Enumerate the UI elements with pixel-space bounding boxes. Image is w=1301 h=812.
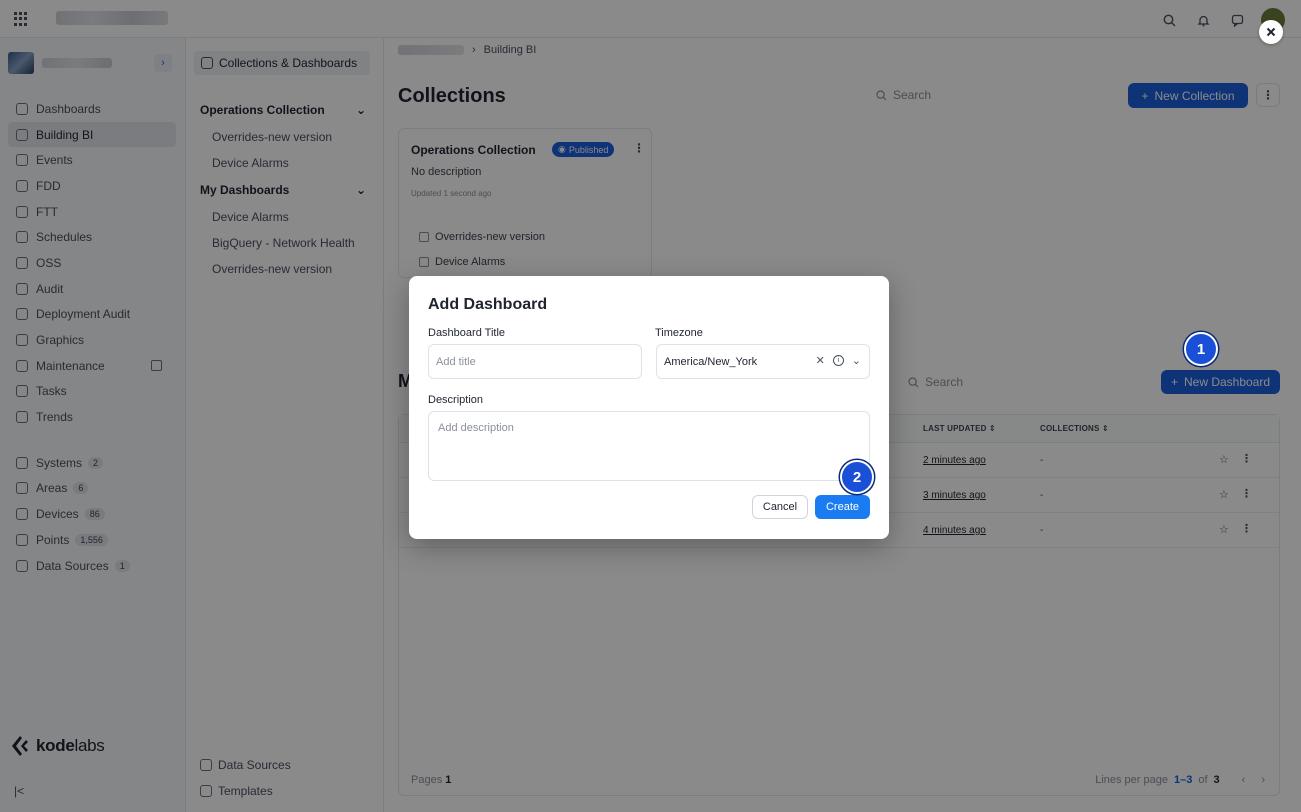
timezone-label: Timezone	[655, 327, 703, 339]
timezone-actions: ✕ i ⌄	[816, 354, 861, 367]
clear-icon[interactable]: ✕	[816, 354, 825, 367]
description-textarea[interactable]: Add description	[428, 411, 870, 481]
add-dashboard-modal: Add Dashboard Dashboard Title Add title …	[409, 276, 889, 539]
step-marker-1: 1	[1184, 332, 1218, 366]
description-label: Description	[428, 394, 484, 406]
modal-title: Add Dashboard	[428, 296, 548, 313]
create-button[interactable]: Create	[815, 495, 870, 519]
step-marker-2: 2	[840, 460, 874, 494]
info-icon[interactable]: i	[832, 355, 844, 366]
cancel-button[interactable]: Cancel	[752, 495, 808, 519]
dashboard-title-input[interactable]: Add title	[428, 344, 642, 379]
timezone-select[interactable]: America/New_York ✕ i ⌄	[656, 344, 870, 379]
close-tour-icon[interactable]	[1259, 20, 1283, 44]
chevron-down-icon[interactable]: ⌄	[852, 354, 861, 367]
dashboard-title-label: Dashboard Title	[428, 327, 506, 339]
